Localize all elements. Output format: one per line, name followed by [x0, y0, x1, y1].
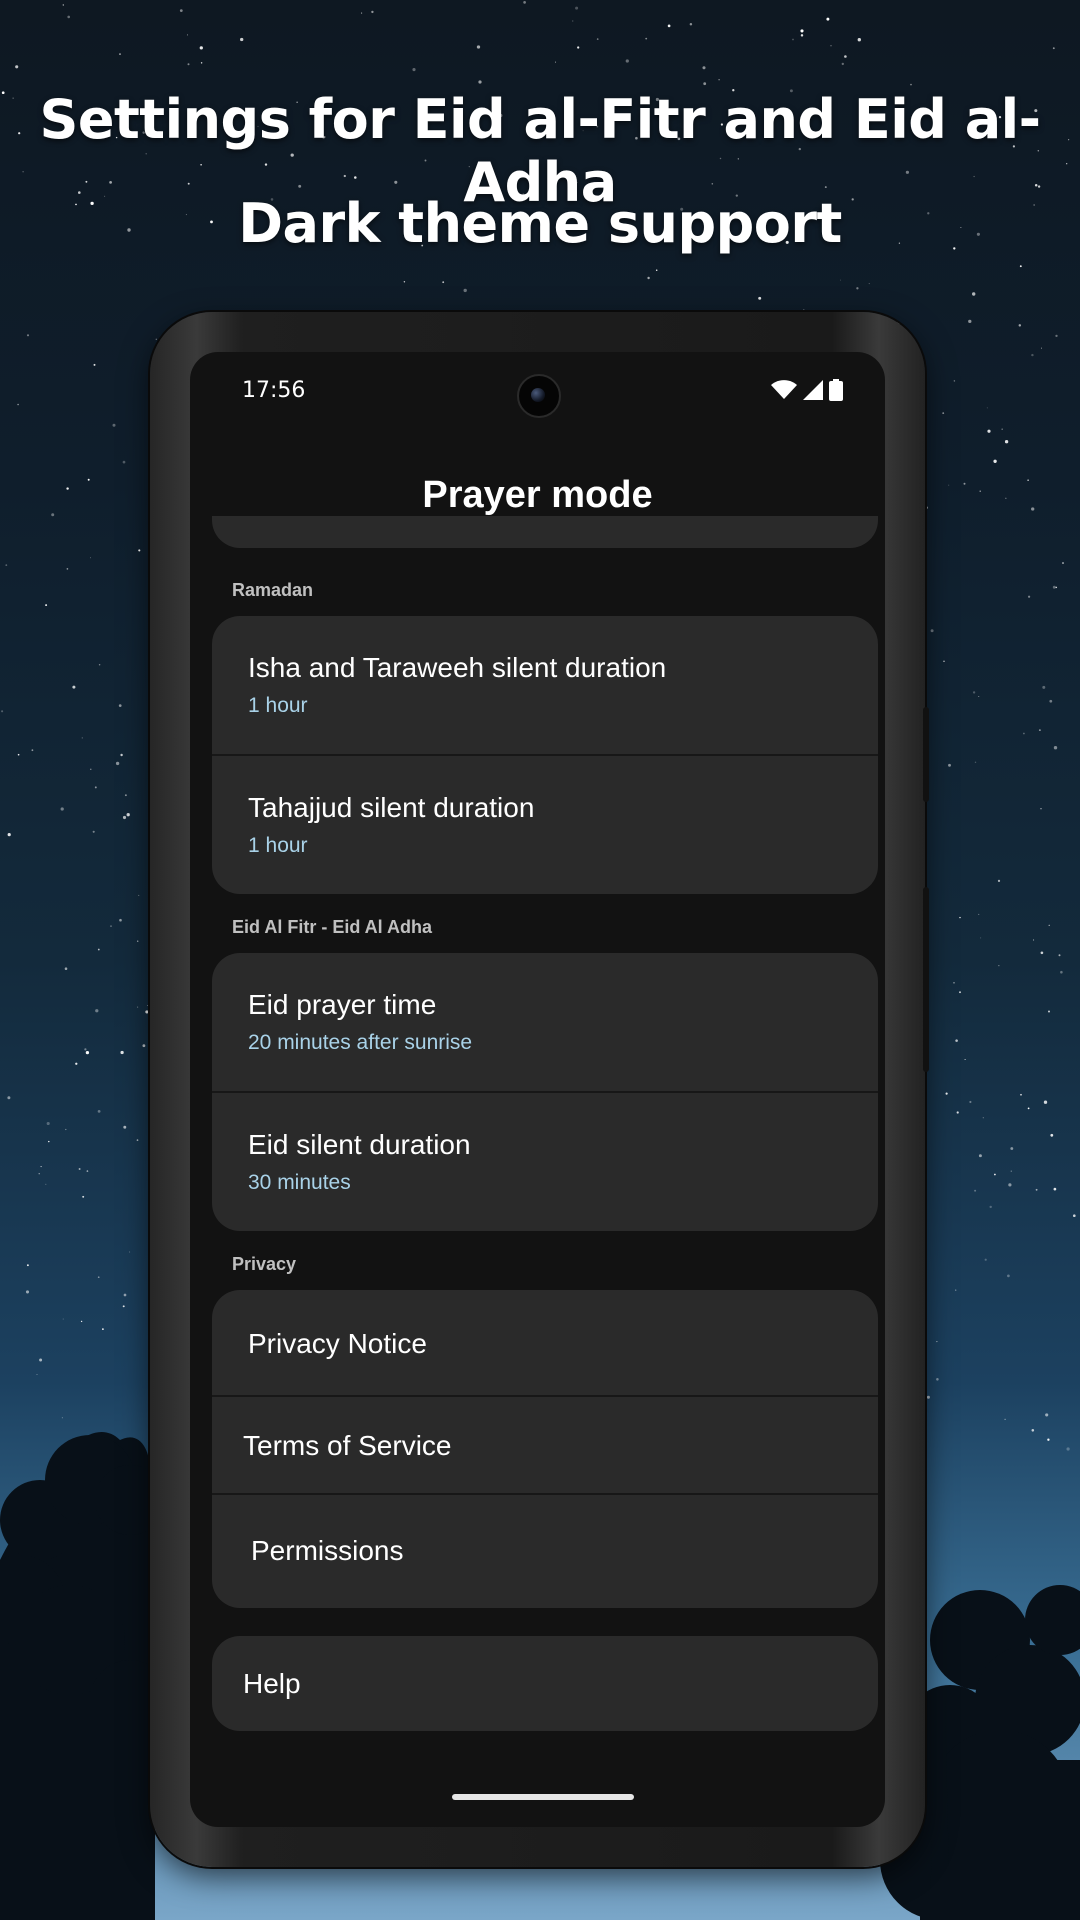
home-indicator[interactable]: [452, 1794, 634, 1800]
scrolled-card-edge: [212, 516, 878, 548]
wifi-icon: [771, 380, 797, 399]
item-subtitle: 20 minutes after sunrise: [248, 1031, 473, 1054]
list-item-eid-silent-duration[interactable]: Eid silent duration 30 minutes: [212, 1093, 878, 1231]
item-title: Terms of Service: [243, 1430, 452, 1461]
item-title: Permissions: [251, 1535, 404, 1566]
item-subtitle: 1 hour: [248, 694, 308, 717]
item-title: Tahajjud silent duration: [248, 792, 535, 823]
cellular-signal-icon: [803, 380, 823, 400]
eid-card: Eid prayer time 20 minutes after sunrise…: [212, 953, 878, 1231]
status-bar: 17:56: [190, 352, 885, 422]
help-card: Help: [212, 1636, 878, 1731]
item-title: Eid silent duration: [248, 1129, 471, 1160]
list-item-terms-of-service[interactable]: Terms of Service: [212, 1397, 878, 1495]
phone-frame: 17:56 Prayer mode Ramadan Isha and Taraw…: [150, 312, 929, 1867]
privacy-card: Privacy Notice Terms of Service Permissi…: [212, 1290, 878, 1608]
item-title: Help: [243, 1668, 301, 1699]
power-button: [923, 707, 929, 802]
item-subtitle: 1 hour: [248, 834, 308, 857]
page-title: Prayer mode: [422, 474, 653, 516]
promo-subheadline: Dark theme support: [238, 192, 842, 255]
item-title: Eid prayer time: [248, 989, 437, 1020]
ramadan-card: Isha and Taraweeh silent duration 1 hour…: [212, 616, 878, 894]
volume-button: [923, 887, 929, 1072]
list-item-isha-taraweeh-duration[interactable]: Isha and Taraweeh silent duration 1 hour: [212, 616, 878, 756]
list-item-help[interactable]: Help: [212, 1636, 878, 1731]
phone-screen: 17:56 Prayer mode Ramadan Isha and Taraw…: [190, 352, 885, 1827]
list-item-tahajjud-duration[interactable]: Tahajjud silent duration 1 hour: [212, 756, 878, 894]
section-header-ramadan: Ramadan: [232, 580, 314, 600]
section-header-privacy: Privacy: [232, 1254, 297, 1274]
item-subtitle: 30 minutes: [248, 1171, 351, 1194]
list-item-privacy-notice[interactable]: Privacy Notice: [212, 1290, 878, 1397]
section-header-eid: Eid Al Fitr - Eid Al Adha: [232, 917, 432, 937]
item-title: Privacy Notice: [248, 1328, 427, 1359]
item-title: Isha and Taraweeh silent duration: [248, 652, 667, 683]
list-item-eid-prayer-time[interactable]: Eid prayer time 20 minutes after sunrise: [212, 953, 878, 1093]
battery-icon: [829, 379, 843, 401]
status-time: 17:56: [242, 378, 306, 403]
front-camera: [517, 374, 561, 418]
list-item-permissions[interactable]: Permissions: [212, 1495, 878, 1608]
